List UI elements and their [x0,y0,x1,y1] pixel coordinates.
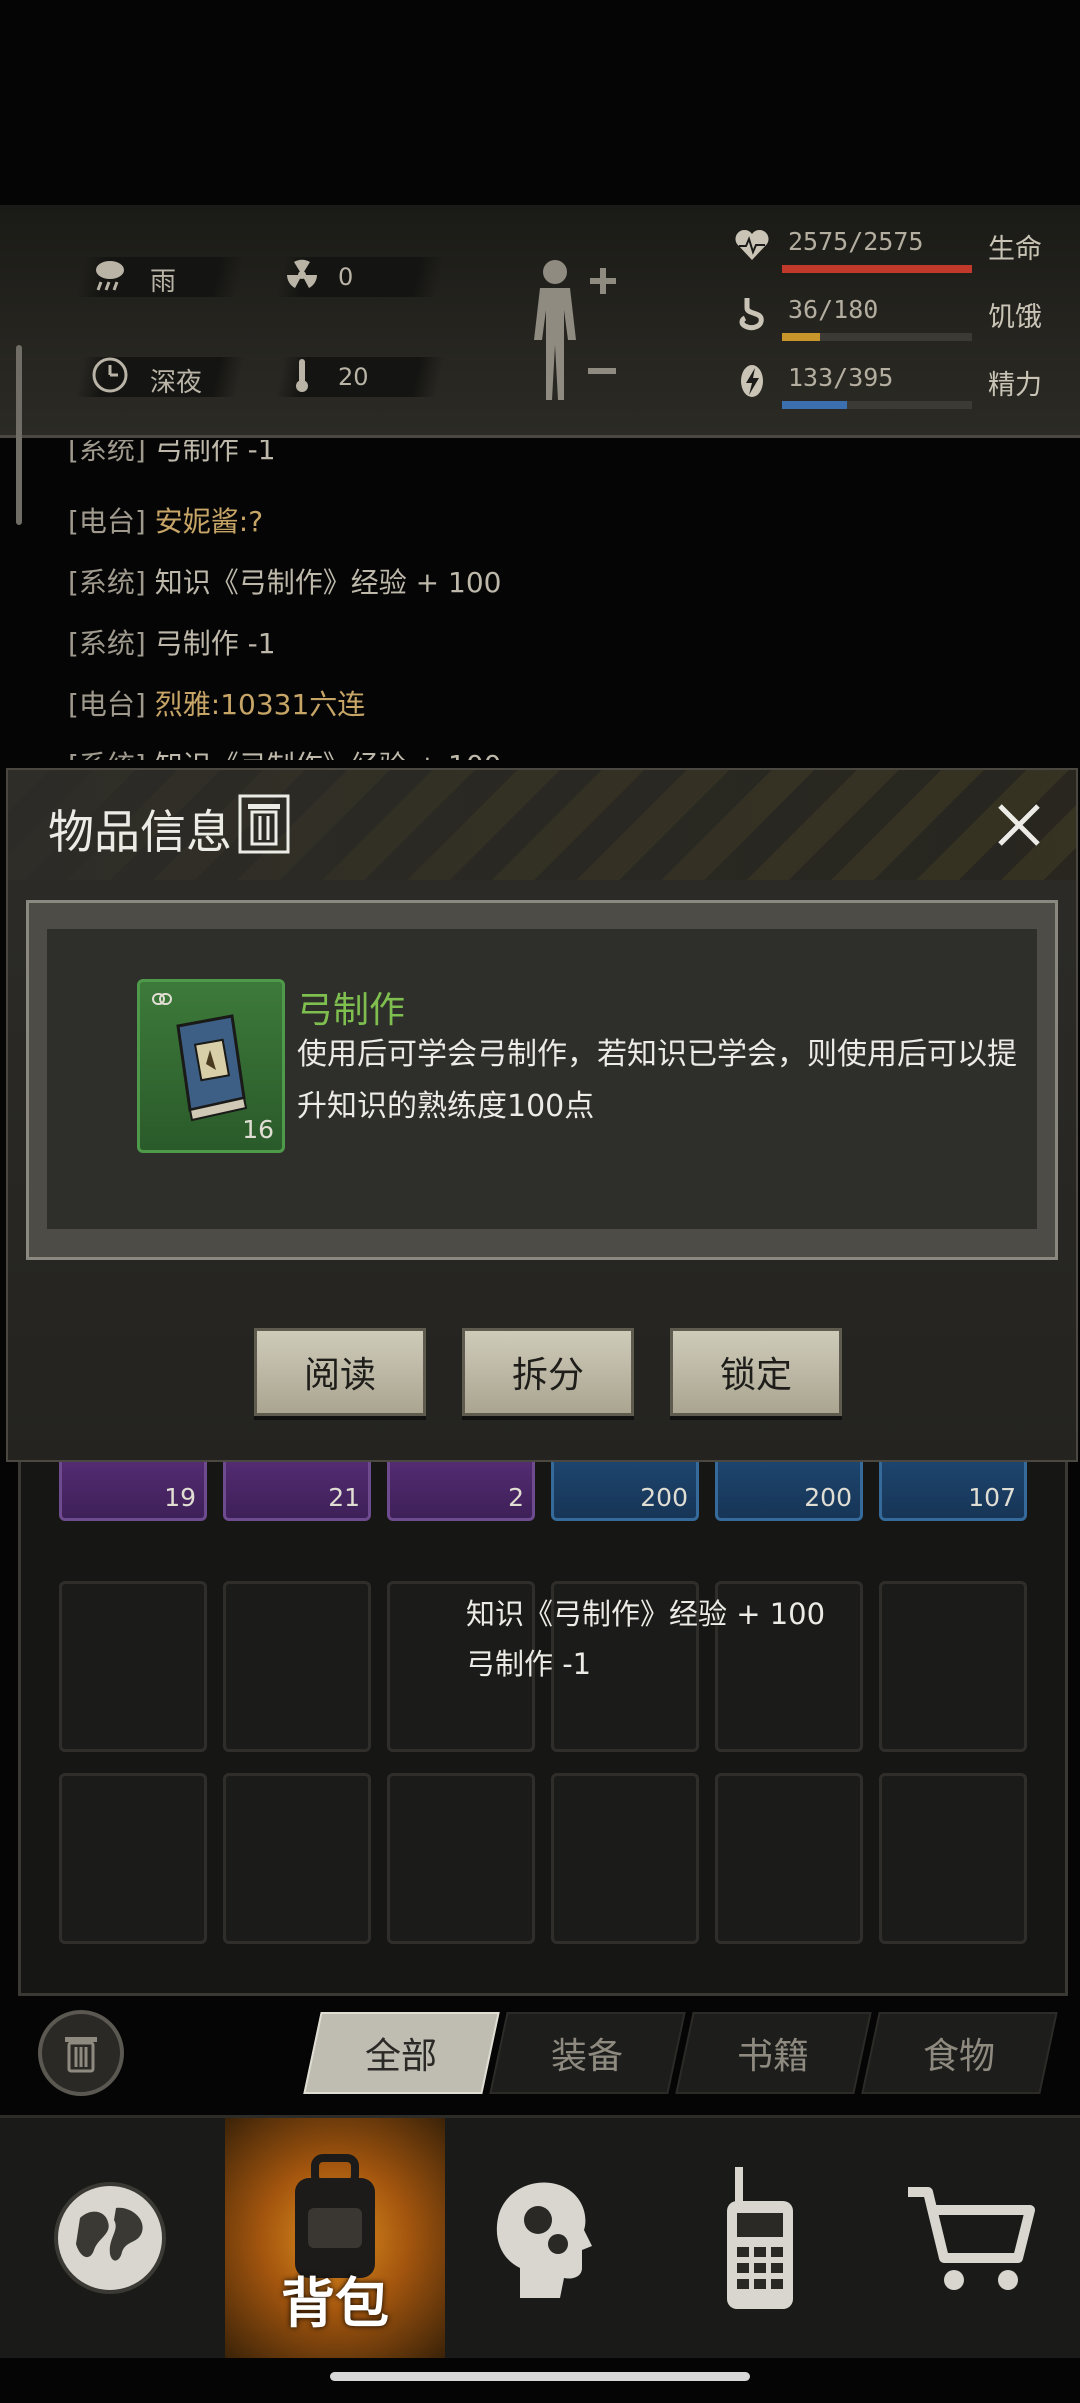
close-icon [998,804,1040,846]
lock-button[interactable]: 锁定 [670,1328,842,1416]
nav-shop[interactable] [860,2118,1080,2358]
clock-icon [90,355,130,395]
log-line: [系统] 弓制作 -1 [68,627,276,660]
message-log[interactable]: [系统] 弓制作 -1 [电台] 安妮酱:? [系统] 知识《弓制作》经验 + … [0,440,1080,760]
hunger-bar-fill [782,333,820,341]
weather-value: 雨 [150,267,177,297]
hunger-bar: 36/180 饥饿 [720,293,1050,345]
lightning-icon [732,361,772,401]
heart-icon [732,225,772,265]
temperature-value: 20 [338,363,369,391]
floating-message: 弓制作 -1 [466,1647,592,1681]
split-button[interactable]: 拆分 [462,1328,634,1416]
log-line: [系统] 知识《弓制作》经验 + 100 [68,566,502,599]
close-button[interactable] [986,792,1052,858]
nav-world-map[interactable] [0,2118,220,2358]
hunger-value: 36/180 [788,295,879,324]
nav-backpack-label: 背包 [281,2272,389,2335]
globe-icon [54,2182,166,2294]
item-detail-panel: 16 弓制作 使用后可学会弓制作，若知识已学会，则使用后可以提升知识的熟练度10… [26,900,1058,1260]
inventory-slot[interactable] [879,1581,1027,1752]
tab-all[interactable]: 全部 [303,2012,500,2094]
body-status-button[interactable] [520,250,620,410]
inventory-grid: 19 21 2 200 200 107 知识《弓制作》经验 + 100 弓制作 … [18,1440,1068,1996]
inventory-slot[interactable] [387,1773,535,1944]
hunger-label: 饥饿 [988,302,1042,333]
tab-food[interactable]: 食物 [861,2012,1058,2094]
discard-button[interactable] [238,794,290,854]
tab-equipment[interactable]: 装备 [489,2012,686,2094]
inventory-slot[interactable] [879,1773,1027,1944]
radiation-value: 0 [338,263,354,291]
health-value: 2575/2575 [788,227,924,256]
book-icon [176,1014,248,1122]
health-label: 生命 [988,234,1042,265]
nav-skills[interactable] [430,2118,650,2358]
rain-cloud-icon [90,255,130,295]
thermometer-icon [282,355,322,395]
status-panel: 雨 0 深夜 20 2575/2575 生命 36/180 饥饿 133/395… [0,205,1080,438]
health-bar-fill [782,265,972,273]
head-gears-icon [496,2182,592,2298]
inventory-slot[interactable] [551,1773,699,1944]
recycle-button[interactable] [38,2010,124,2096]
walkie-talkie-icon [727,2167,793,2309]
inventory-slot[interactable] [223,1773,371,1944]
inventory-slot[interactable] [223,1581,371,1752]
nav-backpack[interactable]: 背包 [225,2118,445,2358]
bottom-nav: 背包 [0,2115,1080,2358]
log-line: [系统] 弓制作 -1 [68,440,276,466]
radiation-icon [282,255,322,295]
item-info-modal: 物品信息 16 弓制作 使用后可学会弓制作，若知识已学会，则使用后可以提升知识的… [6,768,1078,1462]
inventory-slot[interactable] [59,1773,207,1944]
item-description: 使用后可学会弓制作，若知识已学会，则使用后可以提升知识的熟练度100点 [297,1037,1017,1124]
item-icon-slot: 16 [137,979,285,1153]
item-name: 弓制作 [297,990,406,1031]
health-bar: 2575/2575 生命 [720,225,1050,277]
home-indicator[interactable] [330,2372,750,2381]
inventory-slot[interactable] [715,1773,863,1944]
time-of-day-value: 深夜 [150,368,203,398]
item-count: 16 [242,1115,274,1144]
stomach-icon [732,293,772,333]
inventory-slot[interactable] [59,1581,207,1752]
read-button[interactable]: 阅读 [254,1328,426,1416]
human-body-icon [534,260,616,400]
shopping-cart-icon [908,2187,1035,2290]
log-line: [电台] 安妮酱:? [68,505,264,538]
log-line: [电台] 烈雅:10331六连 [68,688,366,721]
link-icon [152,993,172,1005]
nav-radio[interactable] [650,2118,870,2358]
energy-bar-fill [782,401,847,409]
floating-message: 知识《弓制作》经验 + 100 [466,1597,826,1631]
modal-title: 物品信息 [48,805,232,859]
modal-header: 物品信息 [8,770,1076,880]
energy-label: 精力 [988,370,1042,401]
trash-can-icon [65,2037,97,2073]
tab-books[interactable]: 书籍 [675,2012,872,2094]
trash-can-icon [238,794,290,854]
energy-value: 133/395 [788,363,894,392]
log-line: [系统] 知识《弓制作》经验 + 100 [68,744,501,760]
energy-bar: 133/395 精力 [720,361,1050,413]
